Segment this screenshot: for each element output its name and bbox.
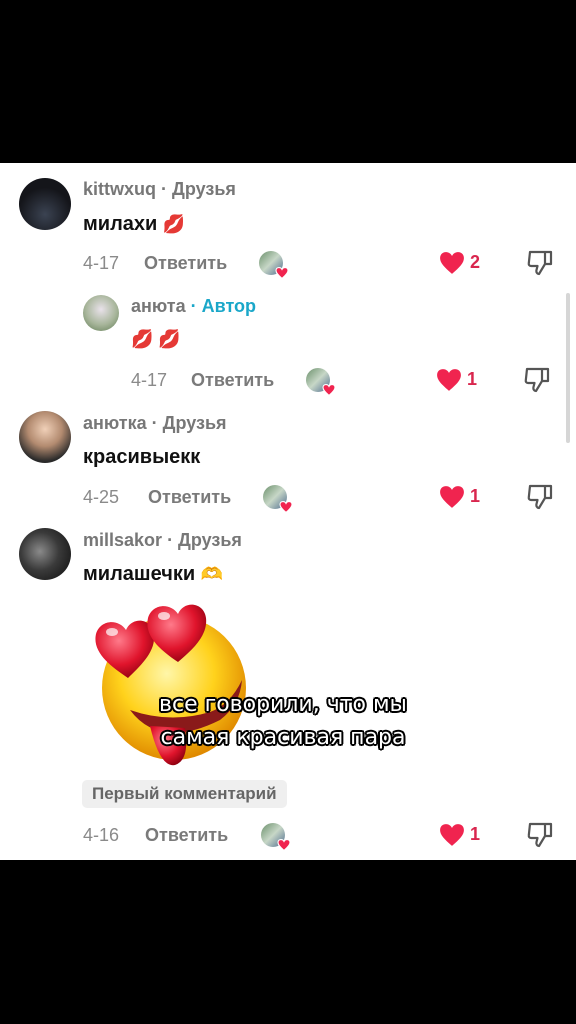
reply-button[interactable]: Ответить xyxy=(145,825,228,846)
comment-body: милахи xyxy=(83,213,158,235)
like-count: 1 xyxy=(470,823,481,844)
dislike-button[interactable] xyxy=(524,366,550,399)
relation-tag: · Друзья xyxy=(151,413,227,433)
kiss-emoji: 💋 💋 xyxy=(131,329,181,349)
comment-username[interactable]: анюта · Автор xyxy=(131,296,256,317)
comment-text: красивыекк xyxy=(83,446,200,469)
username-text[interactable]: анютка xyxy=(83,413,147,433)
date-text: 4-16 xyxy=(83,825,120,845)
avatar[interactable] xyxy=(19,178,71,230)
like-button[interactable]: 1 xyxy=(436,368,477,392)
heart-icon xyxy=(437,369,461,391)
relation-tag: · Друзья xyxy=(161,179,236,199)
creator-liked-avatar-icon xyxy=(306,368,336,396)
reply-button[interactable]: Ответить xyxy=(191,370,274,391)
like-button[interactable]: 2 xyxy=(439,251,480,275)
author-tag: · Автор xyxy=(190,296,257,316)
reply-button[interactable]: Ответить xyxy=(144,253,227,274)
comment-date: 4-17 xyxy=(83,253,119,274)
dislike-button[interactable] xyxy=(527,821,553,854)
avatar[interactable] xyxy=(19,411,71,463)
date-text: 4-17 xyxy=(131,370,168,390)
heart-hands-emoji: 🫶 xyxy=(200,564,224,584)
creator-liked-avatar-icon xyxy=(261,823,291,851)
scrollbar[interactable] xyxy=(566,293,570,443)
caption-line: самая красивая пара xyxy=(160,725,406,750)
comment-text: 💋 💋 xyxy=(131,328,181,351)
like-button[interactable]: 1 xyxy=(439,823,480,847)
username-text[interactable]: millsakor xyxy=(83,530,162,550)
kiss-emoji: 💋 xyxy=(162,214,186,234)
comment-username[interactable]: kittwxuq · Друзья xyxy=(83,179,236,200)
comment-text: милашечки 🫶 xyxy=(83,563,223,586)
avatar[interactable] xyxy=(83,295,119,331)
username-text[interactable]: анюта xyxy=(131,296,186,316)
comment-date: 4-25 xyxy=(83,487,119,508)
comment-text: милахи 💋 xyxy=(83,213,185,236)
creator-liked-avatar-icon xyxy=(259,251,289,279)
comment-body: милашечки xyxy=(83,563,196,585)
creator-liked-avatar-icon xyxy=(263,485,293,513)
video-caption: все говорили, что мы самая красивая пара xyxy=(148,688,418,754)
thumbs-down-icon xyxy=(524,367,550,393)
like-count: 1 xyxy=(467,368,478,389)
heart-icon xyxy=(440,252,464,274)
like-button[interactable]: 1 xyxy=(439,485,480,509)
comment-body: красивыекк xyxy=(83,446,201,468)
reply-button[interactable]: Ответить xyxy=(148,487,231,508)
dislike-button[interactable] xyxy=(527,483,553,516)
date-text: 4-25 xyxy=(83,487,120,507)
dislike-button[interactable] xyxy=(527,249,553,282)
date-text: 4-17 xyxy=(83,253,120,273)
first-comment-badge: Первый комментарий xyxy=(82,780,287,808)
comment-username[interactable]: анютка · Друзья xyxy=(83,413,227,434)
relation-tag: · Друзья xyxy=(167,530,242,550)
thumbs-down-icon xyxy=(527,250,553,276)
like-count: 2 xyxy=(470,251,481,272)
comments-panel: kittwxuq · Друзья милахи 💋 4-17 Ответить… xyxy=(0,163,576,860)
thumbs-down-icon xyxy=(527,822,553,848)
thumbs-down-icon xyxy=(527,484,553,510)
caption-line: все говорили, что мы xyxy=(159,692,407,717)
comment-username[interactable]: millsakor · Друзья xyxy=(83,530,242,551)
avatar[interactable] xyxy=(19,528,71,580)
heart-icon xyxy=(440,824,464,846)
heart-icon xyxy=(440,486,464,508)
comment-date: 4-16 xyxy=(83,825,119,846)
comment-date: 4-17 xyxy=(131,370,167,391)
username-text[interactable]: kittwxuq xyxy=(83,179,156,199)
like-count: 1 xyxy=(470,485,481,506)
